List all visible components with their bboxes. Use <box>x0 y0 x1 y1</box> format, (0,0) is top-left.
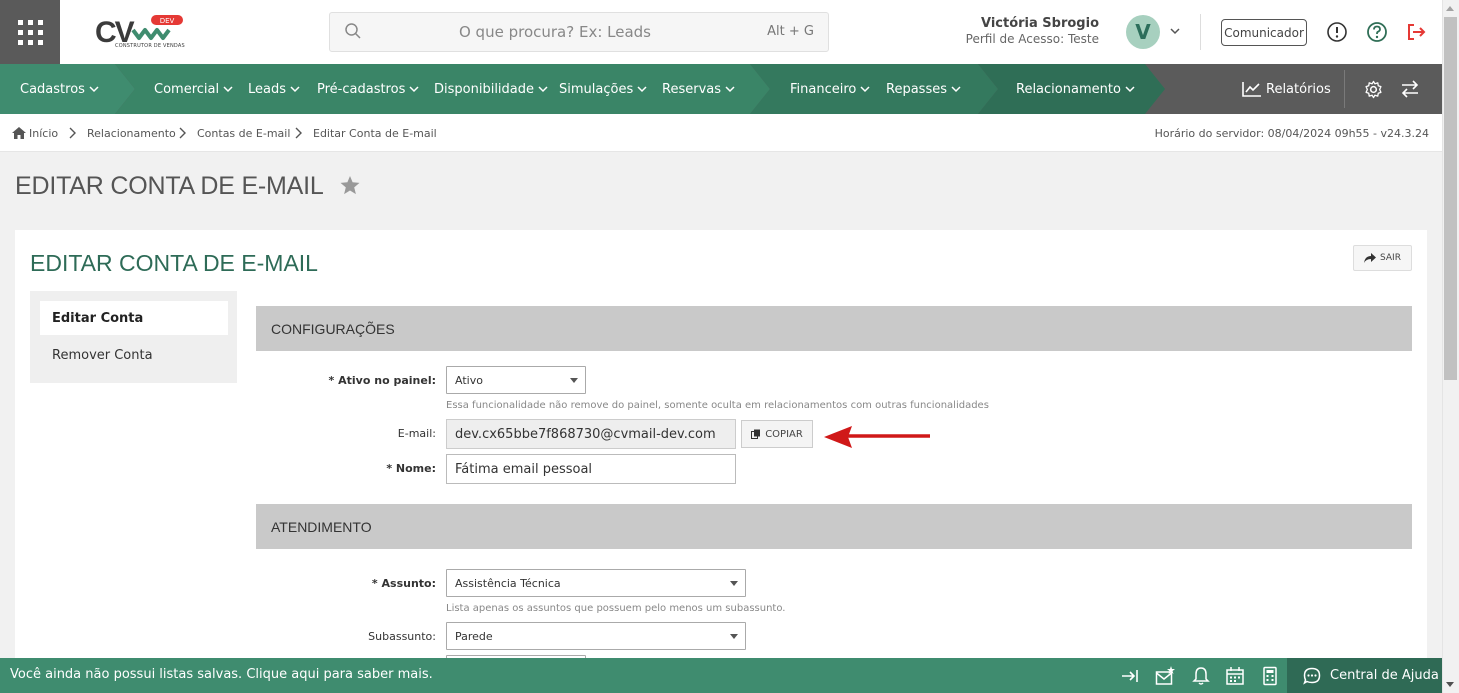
server-time: Horário do servidor: 08/04/2024 09h55 - … <box>1154 127 1429 140</box>
breadcrumb-home[interactable]: Início <box>29 127 58 140</box>
apps-menu-button[interactable] <box>0 0 60 64</box>
divider <box>1344 70 1345 108</box>
active-help-text: Essa funcionalidade não remove do painel… <box>446 400 989 411</box>
email-label: E-mail: <box>397 427 436 440</box>
page-title: EDITAR CONTA DE E-MAIL <box>15 172 324 200</box>
calculator-icon[interactable] <box>1260 666 1280 686</box>
footer-bar: Você ainda não possui listas salvas. Cli… <box>0 658 1442 693</box>
calendar-icon[interactable] <box>1225 666 1245 686</box>
scroll-up-arrow[interactable] <box>1446 6 1454 11</box>
chevron-right-icon <box>179 127 186 139</box>
red-arrow-annotation <box>824 426 930 448</box>
bell-icon[interactable] <box>1191 666 1211 686</box>
active-label: * Ativo no painel: <box>328 374 436 387</box>
name-label: * Nome: <box>386 462 436 475</box>
edit-email-card: EDITAR CONTA DE E-MAIL SAIR Editar Conta… <box>15 230 1427 683</box>
logo-subtitle: CONSTRUTOR DE VENDAS <box>115 43 185 49</box>
logout-icon[interactable] <box>1405 21 1427 43</box>
mail-star-icon[interactable] <box>1155 666 1175 686</box>
collapse-right-icon[interactable] <box>1120 666 1140 686</box>
nav-disponibilidade[interactable]: Disponibilidade <box>434 64 548 114</box>
logo-badge: DEV <box>160 17 175 25</box>
chevron-down-icon[interactable] <box>1169 26 1181 36</box>
scroll-down-arrow[interactable] <box>1446 682 1454 687</box>
subject-label: * Assunto: <box>371 577 436 590</box>
side-menu: Editar Conta Remover Conta <box>30 291 237 383</box>
chevron-down-icon <box>409 86 419 93</box>
nav-financeiro[interactable]: Financeiro <box>790 64 870 114</box>
nav-simulacoes[interactable]: Simulações <box>559 64 647 114</box>
search-input[interactable] <box>370 13 740 51</box>
chevron-down-icon <box>951 86 961 93</box>
share-arrow-icon <box>1364 253 1377 263</box>
copy-icon <box>751 429 761 439</box>
active-select[interactable]: Ativo <box>446 366 586 394</box>
subsubject-label: Subassunto: <box>368 630 436 643</box>
switch-arrows-icon[interactable] <box>1400 80 1420 98</box>
user-name[interactable]: Victória Sbrogio <box>981 16 1099 31</box>
side-menu-edit-account[interactable]: Editar Conta <box>40 301 228 335</box>
chevron-down-icon <box>538 86 548 93</box>
caret-down-icon <box>730 581 738 586</box>
chevron-down-icon <box>637 86 647 93</box>
grid-icon <box>17 19 43 45</box>
breadcrumb-relacionamento[interactable]: Relacionamento <box>87 127 176 140</box>
chevron-down-icon <box>290 86 300 93</box>
divider <box>1200 14 1201 50</box>
exit-button[interactable]: SAIR <box>1353 245 1412 271</box>
top-header: CV DEV CONSTRUTOR DE VENDAS Alt + G Vict… <box>0 0 1442 64</box>
subsubject-select[interactable]: Parede <box>446 622 746 650</box>
email-field[interactable]: dev.cx65bbe7f868730@cvmail-dev.com <box>446 419 736 449</box>
breadcrumb-current: Editar Conta de E-mail <box>313 127 437 140</box>
side-menu-remove-account[interactable]: Remover Conta <box>40 338 228 372</box>
chevron-down-icon <box>223 86 233 93</box>
chevron-down-icon <box>725 86 735 93</box>
scrollbar-thumb[interactable] <box>1444 17 1457 380</box>
copy-button[interactable]: COPIAR <box>741 420 813 448</box>
subject-help-text: Lista apenas os assuntos que possuem pel… <box>446 603 786 614</box>
star-icon[interactable] <box>340 176 360 195</box>
nav-relacionamento[interactable]: Relacionamento <box>1016 64 1135 114</box>
user-profile: Perfil de Acesso: Teste <box>965 32 1099 46</box>
nav-pre-cadastros[interactable]: Pré-cadastros <box>317 64 419 114</box>
caret-down-icon <box>570 378 578 383</box>
global-search[interactable]: Alt + G <box>329 12 829 52</box>
search-icon <box>345 23 361 39</box>
chevron-right-icon <box>69 127 76 139</box>
breadcrumb: Início Relacionamento Contas de E-mail E… <box>0 114 1442 152</box>
nav-leads[interactable]: Leads <box>248 64 300 114</box>
breadcrumb-contas-email[interactable]: Contas de E-mail <box>197 127 290 140</box>
help-icon[interactable] <box>1366 21 1388 43</box>
main-nav: Cadastros Comercial Leads Pré-cadastros … <box>0 64 1442 114</box>
name-field[interactable]: Fátima email pessoal <box>446 454 736 484</box>
chat-bubble-icon <box>1303 667 1321 685</box>
caret-down-icon <box>730 634 738 639</box>
chevron-down-icon <box>1125 86 1135 93</box>
chevron-down-icon <box>860 86 870 93</box>
help-center-button[interactable]: Central de Ajuda <box>1287 658 1442 693</box>
card-title: EDITAR CONTA DE E-MAIL <box>30 250 318 276</box>
comunicador-button[interactable]: Comunicador <box>1221 19 1307 46</box>
saved-lists-message[interactable]: Você ainda não possui listas salvas. Cli… <box>10 667 433 682</box>
section-atendimento-header: ATENDIMENTO <box>256 504 1412 549</box>
search-shortcut: Alt + G <box>767 24 814 39</box>
gear-icon[interactable] <box>1364 80 1383 99</box>
subject-select[interactable]: Assistência Técnica <box>446 569 746 597</box>
avatar[interactable]: V <box>1126 15 1160 49</box>
nav-repasses[interactable]: Repasses <box>886 64 961 114</box>
chart-line-icon <box>1242 82 1261 97</box>
chevron-right-icon <box>295 127 302 139</box>
home-icon[interactable] <box>12 127 26 139</box>
nav-comercial[interactable]: Comercial <box>154 64 233 114</box>
section-config-header: CONFIGURAÇÕES <box>256 306 1412 351</box>
nav-reservas[interactable]: Reservas <box>662 64 735 114</box>
nav-relatorios[interactable]: Relatórios <box>1242 64 1331 114</box>
nav-cadastros[interactable]: Cadastros <box>20 64 99 114</box>
info-icon[interactable] <box>1326 21 1348 43</box>
chevron-down-icon <box>89 86 99 93</box>
